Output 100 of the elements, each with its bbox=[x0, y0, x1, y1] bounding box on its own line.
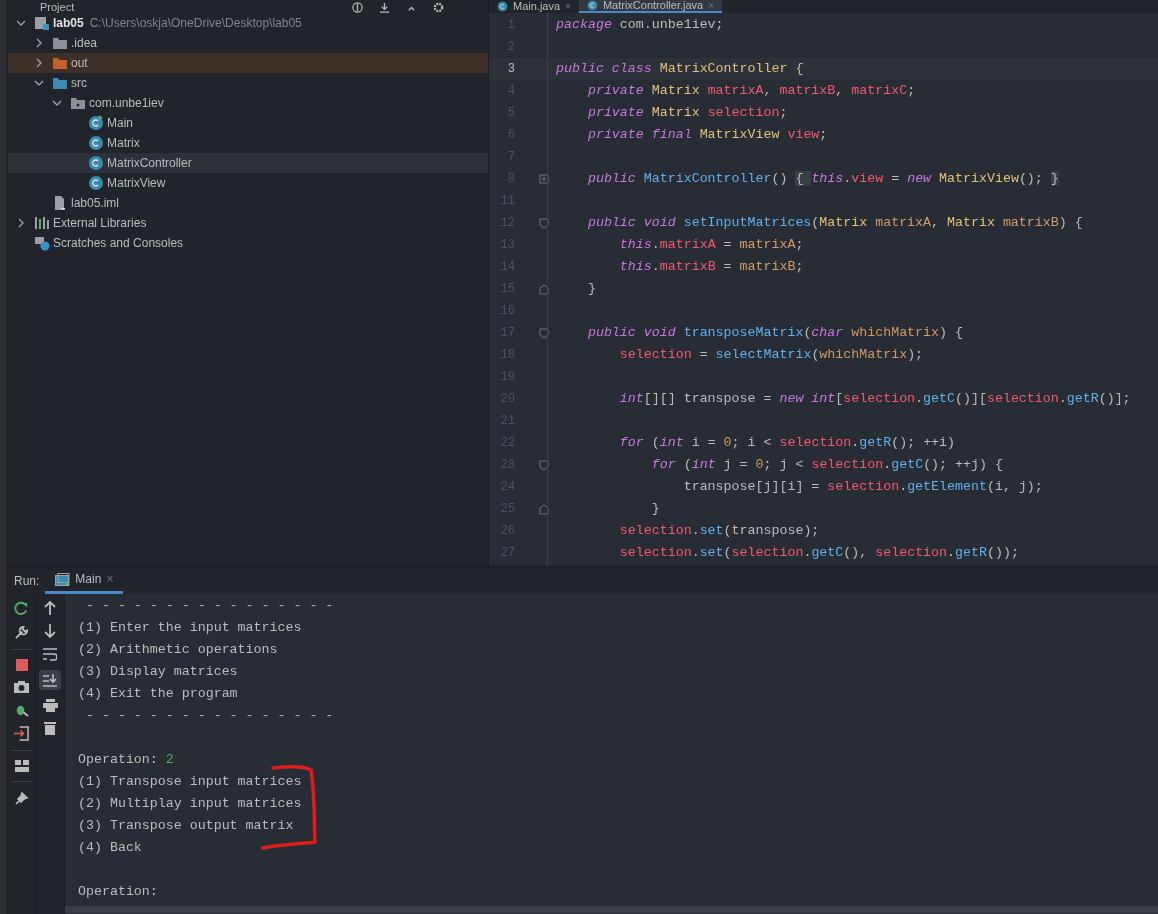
chevron-down-icon[interactable] bbox=[34, 78, 44, 88]
layout-icon[interactable] bbox=[14, 760, 29, 772]
tree-row[interactable]: MatrixController bbox=[8, 153, 488, 173]
up-arrow-icon[interactable] bbox=[44, 601, 56, 615]
panel-title: Run: bbox=[13, 572, 41, 590]
console-line: Operation: 2 bbox=[78, 751, 174, 770]
console-line: (4) Exit the program bbox=[78, 685, 238, 704]
code-line: selection = selectMatrix(whichMatrix); bbox=[618, 346, 924, 365]
code-line: public void setInputMatrices(Matrix matrixA, Matrix matrixB) { bbox=[586, 214, 1083, 233]
wrench-icon[interactable] bbox=[14, 625, 29, 640]
tree-label: MatrixView bbox=[107, 175, 166, 192]
console-line: (2) Multiplay input matrices bbox=[78, 795, 302, 814]
scroll-to-end-button[interactable] bbox=[39, 670, 61, 690]
tree-row[interactable]: out bbox=[8, 53, 488, 73]
fold-icon[interactable] bbox=[539, 283, 549, 295]
class-icon bbox=[88, 175, 104, 191]
tree-label: .idea bbox=[71, 35, 98, 52]
code-line: public class MatrixController { bbox=[555, 60, 804, 79]
pin-icon[interactable] bbox=[14, 791, 29, 805]
chevron-down-icon[interactable] bbox=[52, 98, 62, 108]
exit-icon[interactable] bbox=[14, 726, 29, 741]
expand-icon[interactable] bbox=[379, 2, 390, 13]
wrap-icon[interactable] bbox=[43, 647, 57, 661]
file-icon bbox=[52, 195, 68, 211]
fold-icon[interactable] bbox=[539, 217, 549, 229]
tree-label: Main bbox=[107, 115, 133, 132]
chevron-right-icon[interactable] bbox=[34, 38, 44, 48]
chevron-right-icon[interactable] bbox=[34, 58, 44, 68]
class-icon bbox=[586, 0, 598, 11]
tree-row[interactable]: MatrixView bbox=[8, 173, 488, 193]
code-line: public void transposeMatrix(char whichMatrix) { bbox=[586, 324, 963, 343]
folder-icon bbox=[52, 35, 68, 51]
tree-row[interactable]: Scratches and Consoles bbox=[8, 233, 488, 253]
code-line: private final MatrixView view; bbox=[586, 126, 828, 145]
code-line: private Matrix matrixA, matrixB, matrixC; bbox=[586, 82, 916, 101]
fold-icon[interactable] bbox=[539, 503, 549, 515]
class-icon bbox=[88, 135, 104, 151]
path-text: C:\Users\oskja\OneDrive\Desktop\lab05 bbox=[89, 15, 302, 32]
trash-icon[interactable] bbox=[44, 721, 56, 735]
settings-icon[interactable] bbox=[433, 2, 444, 13]
class-icon bbox=[88, 115, 104, 131]
tree-row[interactable]: lab05.iml bbox=[8, 193, 488, 213]
console-line: - - - - - - - - - - - - - - - - bbox=[84, 707, 334, 726]
tree-label: lab05 bbox=[53, 15, 84, 32]
code-line: this.matrixA = matrixA; bbox=[618, 236, 804, 255]
stop-icon[interactable] bbox=[15, 659, 28, 671]
code-line: selection.set(transpose); bbox=[618, 522, 820, 541]
tree-label: com.unbe1iev bbox=[89, 95, 164, 112]
camera-icon[interactable] bbox=[14, 680, 29, 693]
tree-label: MatrixController bbox=[107, 155, 192, 172]
fold-icon[interactable] bbox=[539, 327, 549, 339]
library-icon bbox=[34, 215, 50, 231]
down-arrow-icon[interactable] bbox=[44, 624, 56, 638]
code-line: package com.unbe1iev; bbox=[555, 16, 724, 35]
console-line: (1) Enter the input matrices bbox=[78, 619, 302, 638]
chevron-down-icon[interactable] bbox=[16, 18, 26, 28]
code-line: for (int i = 0; i < selection.getR(); ++i) bbox=[618, 434, 956, 453]
folder-icon bbox=[52, 55, 68, 71]
tree-row[interactable]: Matrix bbox=[8, 133, 488, 153]
tree-label: External Libraries bbox=[53, 215, 147, 232]
folder-icon bbox=[52, 75, 68, 91]
console-icon bbox=[55, 572, 71, 586]
tree-label: Matrix bbox=[107, 135, 140, 152]
tree-row[interactable]: lab05 C:\Users\oskja\OneDrive\Desktop\lab05 bbox=[8, 13, 488, 33]
console-line: Operation: bbox=[78, 883, 158, 902]
tree-label: src bbox=[71, 75, 87, 92]
code-line: } bbox=[650, 500, 660, 519]
code-line: this.matrixB = matrixB; bbox=[618, 258, 804, 277]
console-line: (1) Transpose input matrices bbox=[78, 773, 302, 792]
panel-title[interactable]: Project bbox=[20, 2, 75, 13]
rerun-icon[interactable] bbox=[14, 601, 29, 616]
tree-label: Scratches and Consoles bbox=[53, 235, 184, 252]
tree-label: out bbox=[71, 55, 88, 72]
code-line: int[][] transpose = new int[selection.getC()][selection.getR()]; bbox=[618, 390, 1131, 409]
module-folder-icon bbox=[34, 15, 50, 31]
tree-row[interactable]: Main bbox=[8, 113, 488, 133]
console-line: (2) Arithmetic operations bbox=[78, 641, 278, 660]
code-line: selection.set(selection.getC(), selection.getR()); bbox=[618, 544, 1019, 563]
line-number: 3 bbox=[506, 61, 515, 78]
code-line: } bbox=[586, 280, 596, 299]
scratches-icon bbox=[34, 235, 50, 251]
tree-label: lab05.iml bbox=[71, 195, 120, 212]
fold-icon[interactable] bbox=[539, 459, 549, 471]
console-line: - - - - - - - - - - - - - - - - bbox=[84, 597, 334, 616]
package-folder-icon bbox=[70, 95, 86, 111]
tree-row[interactable]: .idea bbox=[8, 33, 488, 53]
tree-row[interactable]: src bbox=[8, 73, 488, 93]
console-line: (4) Back bbox=[78, 839, 142, 858]
print-icon[interactable] bbox=[42, 699, 58, 712]
tree-row[interactable]: com.unbe1iev bbox=[8, 93, 488, 113]
code-line: transpose[j][i] = selection.getElement(i, j); bbox=[682, 478, 1043, 497]
editor-tab[interactable]: MatrixController.java × bbox=[578, 0, 723, 13]
horizontal-scrollbar[interactable] bbox=[65, 906, 1158, 913]
scroll-end-icon bbox=[43, 673, 57, 687]
class-icon bbox=[88, 155, 104, 171]
chevron-right-icon[interactable] bbox=[16, 218, 26, 228]
tree-row[interactable]: External Libraries bbox=[8, 213, 488, 233]
code-line: for (int j = 0; j < selection.getC(); ++j) { bbox=[650, 456, 1003, 475]
locate-icon[interactable] bbox=[352, 2, 363, 13]
editor-tab[interactable]: Main.java × bbox=[489, 0, 579, 13]
